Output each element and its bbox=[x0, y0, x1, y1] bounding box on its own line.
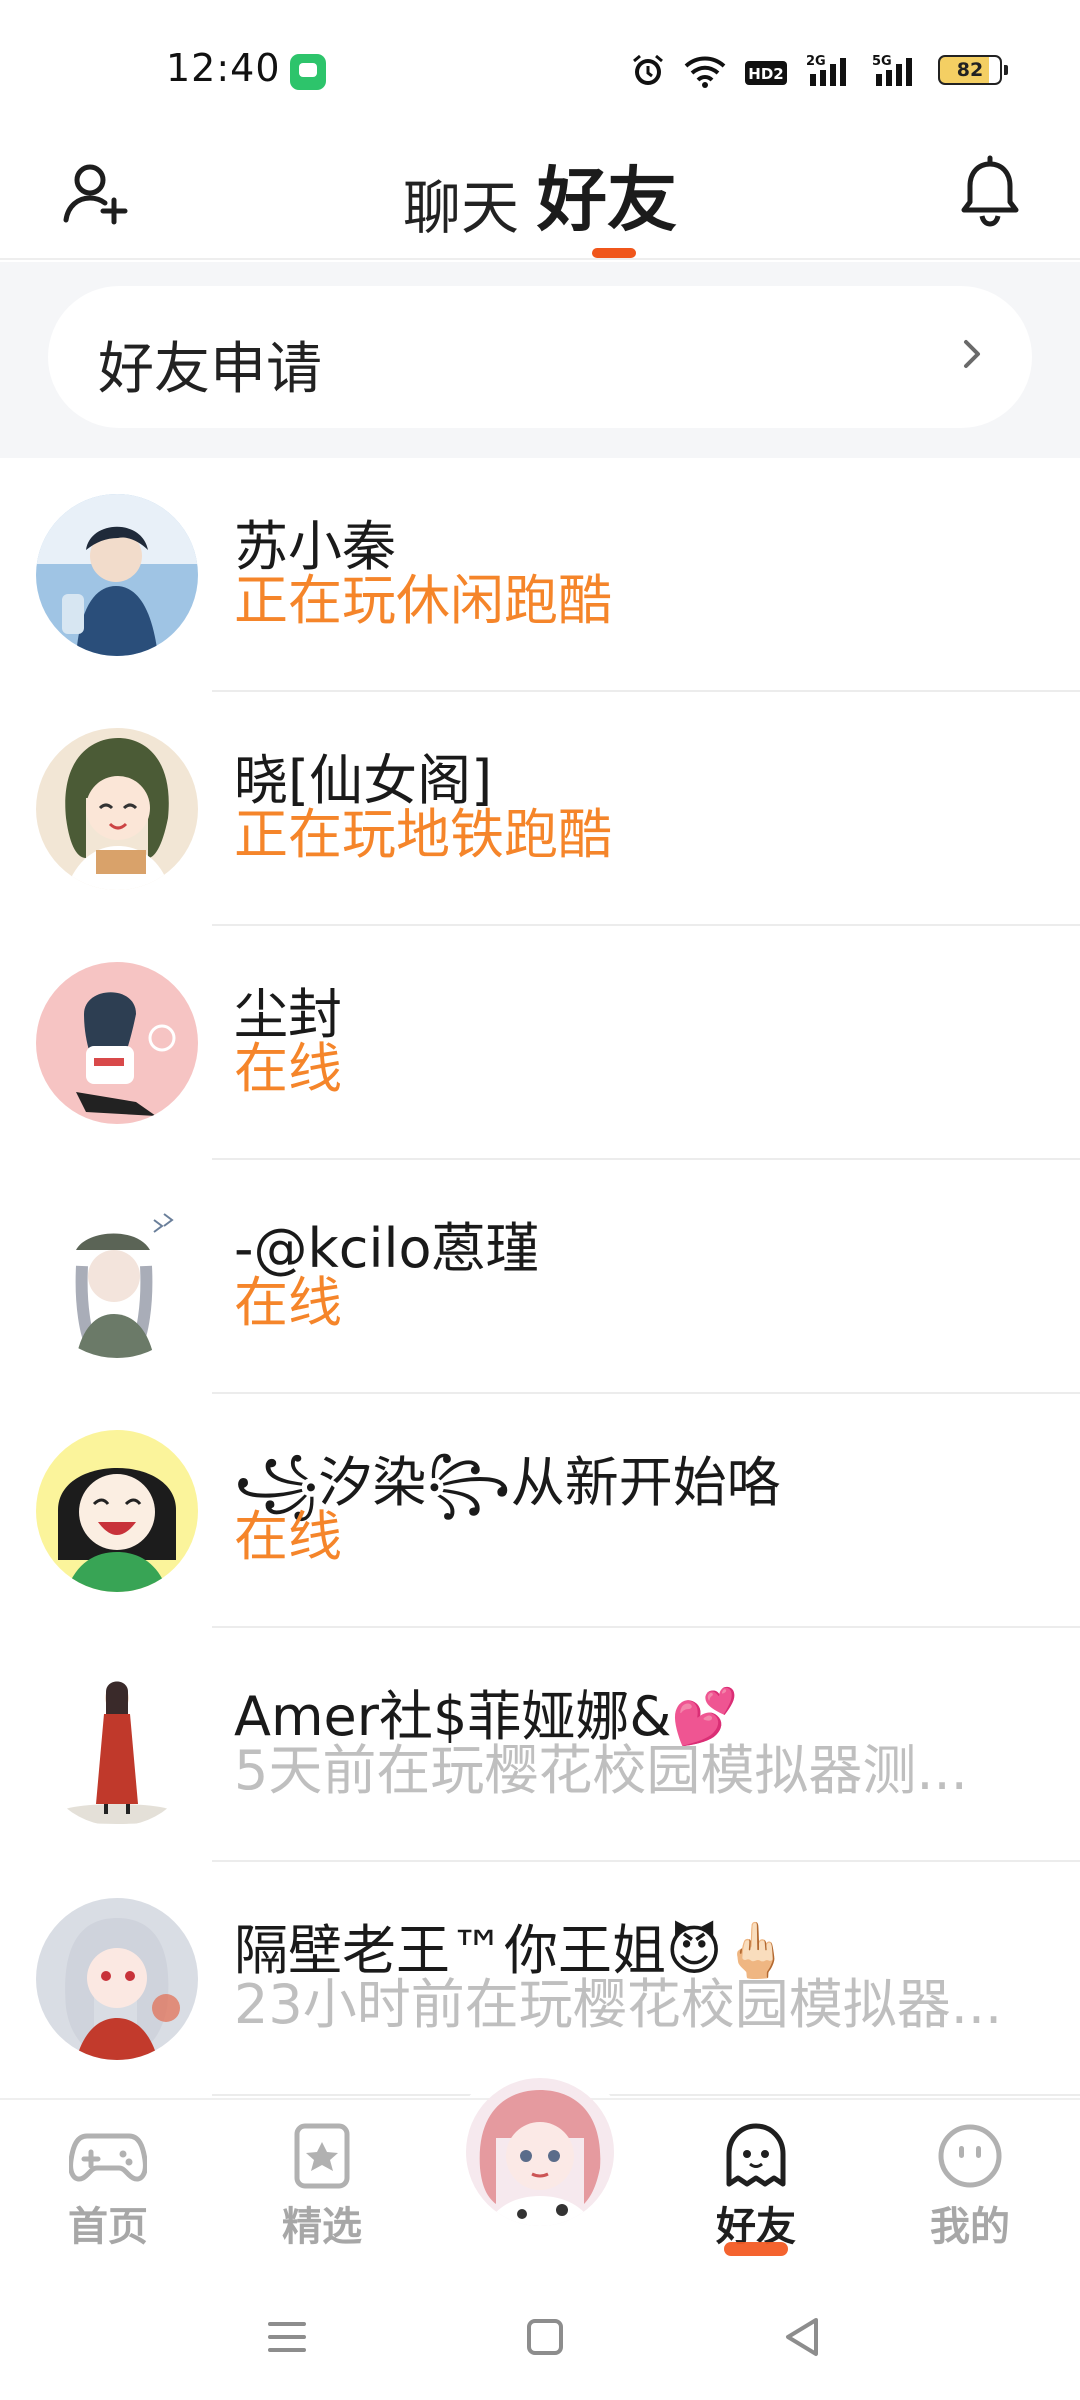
star-bookmark-icon bbox=[294, 2123, 350, 2189]
center-profile-avatar-button[interactable] bbox=[466, 2078, 614, 2226]
status-bar: 12:40 HD2 2G 5G 82 bbox=[0, 0, 1080, 130]
avatar[interactable] bbox=[36, 1664, 198, 1826]
tab-friends[interactable]: 好友 bbox=[537, 144, 677, 245]
avatar[interactable] bbox=[36, 1898, 198, 2060]
bell-icon bbox=[961, 155, 1019, 227]
active-tab-indicator bbox=[592, 248, 636, 258]
menu-icon[interactable] bbox=[262, 2312, 312, 2362]
status-time: 12:40 bbox=[166, 46, 281, 90]
friend-status: 正在玩休闲跑酷 bbox=[234, 569, 612, 632]
tab-chat[interactable]: 聊天 bbox=[403, 161, 519, 245]
hd-icon: HD2 bbox=[744, 52, 788, 88]
back-triangle-icon[interactable] bbox=[778, 2312, 828, 2362]
svg-text:5G: 5G bbox=[872, 54, 892, 69]
friend-row[interactable]: 苏小秦 正在玩休闲跑酷 bbox=[0, 458, 1080, 692]
avatar[interactable] bbox=[36, 494, 198, 656]
ghost-icon bbox=[726, 2123, 786, 2187]
friend-row[interactable]: Amer社$菲娅娜&💕 5天前在玩樱花校园模拟器测... bbox=[0, 1628, 1080, 1862]
friend-row[interactable]: -@kcilo蒽瑾 在线 bbox=[0, 1160, 1080, 1394]
chevron-right-icon bbox=[964, 340, 980, 368]
friend-status: 在线 bbox=[234, 1037, 342, 1100]
nav-friends[interactable]: 好友 bbox=[696, 2122, 816, 2256]
chat-app-notification-icon bbox=[290, 54, 326, 90]
wifi-icon bbox=[684, 52, 726, 88]
avatar[interactable] bbox=[36, 962, 198, 1124]
battery-level: 82 bbox=[956, 59, 984, 81]
avatar[interactable] bbox=[36, 1430, 198, 1592]
battery-icon: 82 bbox=[938, 55, 1008, 85]
nav-label: 精选 bbox=[282, 2204, 362, 2250]
friend-row[interactable]: 隔壁老王™你王姐😈🖕🏻 23小时前在玩樱花校园模拟器... bbox=[0, 1862, 1080, 2096]
friend-status: 在线 bbox=[234, 1271, 342, 1334]
avatar[interactable] bbox=[36, 728, 198, 890]
friend-row[interactable]: 尘封 在线 bbox=[0, 926, 1080, 1160]
svg-text:2G: 2G bbox=[806, 54, 826, 69]
system-nav-bar bbox=[0, 2268, 1080, 2400]
nav-featured[interactable]: 精选 bbox=[262, 2122, 382, 2252]
nav-label: 首页 bbox=[68, 2204, 148, 2250]
friend-name: 隔壁老王™你王姐😈🖕🏻 bbox=[234, 1919, 790, 1982]
nav-profile[interactable]: 我的 bbox=[910, 2122, 1030, 2252]
notifications-button[interactable] bbox=[950, 152, 1030, 232]
smiley-icon bbox=[938, 2124, 1002, 2188]
gamepad-icon bbox=[69, 2133, 147, 2182]
avatar[interactable] bbox=[36, 1196, 198, 1358]
friend-request-label: 好友申请 bbox=[98, 337, 322, 402]
alarm-icon bbox=[630, 52, 666, 88]
header-tabs: 聊天 好友 bbox=[0, 144, 1080, 245]
friend-status: 正在玩地铁跑酷 bbox=[234, 803, 612, 866]
signal-5g-icon: 5G bbox=[872, 52, 920, 88]
nav-label: 我的 bbox=[930, 2204, 1010, 2250]
signal-2g-icon: 2G bbox=[806, 52, 854, 88]
friend-row[interactable]: 晓[仙女阁] 正在玩地铁跑酷 bbox=[0, 692, 1080, 926]
home-square-icon[interactable] bbox=[520, 2312, 570, 2362]
status-icons: HD2 2G 5G 82 bbox=[630, 50, 1008, 90]
friend-request-button[interactable]: 好友申请 bbox=[48, 286, 1032, 428]
friend-name: Amer社$菲娅娜&💕 bbox=[234, 1685, 739, 1748]
friend-row[interactable]: ꧁汐染꧂从新开始咯 在线 bbox=[0, 1394, 1080, 1628]
friend-status: 23小时前在玩樱花校园模拟器... bbox=[234, 1974, 1003, 2036]
friend-list: 苏小秦 正在玩休闲跑酷 晓[仙女阁] 正在玩地铁跑酷 尘封 在线 -@kcilo… bbox=[0, 458, 1080, 2096]
friend-request-section: 好友申请 bbox=[0, 262, 1080, 458]
nav-home[interactable]: 首页 bbox=[48, 2122, 168, 2252]
friend-status: 在线 bbox=[234, 1505, 342, 1568]
top-header: 聊天 好友 bbox=[0, 130, 1080, 260]
friend-status: 5天前在玩樱花校园模拟器测... bbox=[234, 1740, 968, 1802]
svg-text:HD2: HD2 bbox=[748, 65, 783, 83]
row-divider bbox=[212, 2094, 1080, 2096]
active-nav-indicator bbox=[724, 2242, 788, 2256]
